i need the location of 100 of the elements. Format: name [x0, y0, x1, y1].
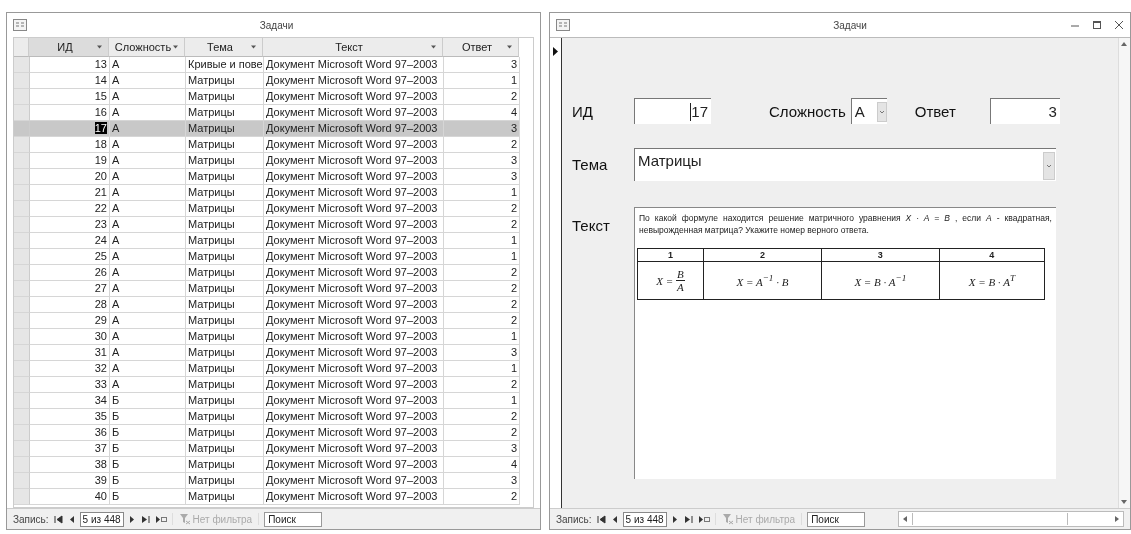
topic-dropdown[interactable]: Матрицы: [634, 148, 1056, 181]
table-row[interactable]: 30 А Матрицы Документ Microsoft Word 97–2003 1: [14, 329, 533, 345]
table-row[interactable]: 38 Б Матрицы Документ Microsoft Word 97–2003 4: [14, 457, 533, 473]
table-row[interactable]: 17 А Матрицы Документ Microsoft Word 97–2003 3: [14, 121, 533, 137]
record-selector[interactable]: [14, 425, 30, 441]
previous-record-icon[interactable]: [610, 514, 618, 524]
record-selector[interactable]: [14, 89, 30, 105]
table-row[interactable]: 13 А Кривые и пове Документ Microsoft Word 97–2003 3: [14, 57, 533, 73]
search-field[interactable]: Поиск: [807, 511, 866, 527]
table-cell: Матрицы: [186, 185, 264, 201]
table-row[interactable]: 40 Б Матрицы Документ Microsoft Word 97–2003 2: [14, 489, 533, 505]
table-cell: Матрицы: [186, 217, 264, 233]
record-position-field[interactable]: 5 из 448: [79, 511, 124, 527]
answer-field[interactable]: 3: [989, 98, 1060, 124]
table-row[interactable]: 27 А Матрицы Документ Microsoft Word 97–2003 2: [14, 281, 533, 297]
table-row[interactable]: 26 А Матрицы Документ Microsoft Word 97–2003 2: [14, 265, 533, 281]
record-selector[interactable]: [14, 249, 30, 265]
dropdown-icon[interactable]: [430, 45, 437, 49]
scroll-right-icon[interactable]: [1113, 515, 1121, 523]
search-field[interactable]: Поиск: [264, 511, 323, 527]
record-selector[interactable]: [14, 169, 30, 185]
table-row[interactable]: 32 А Матрицы Документ Microsoft Word 97–2003 1: [14, 361, 533, 377]
select-all-corner[interactable]: [14, 38, 29, 57]
vertical-scrollbar[interactable]: [1118, 38, 1130, 508]
table-cell: Матрицы: [186, 233, 264, 249]
scroll-down-icon[interactable]: [1120, 498, 1128, 506]
scroll-left-icon[interactable]: [901, 515, 910, 523]
dropdown-icon[interactable]: [172, 45, 179, 49]
last-record-icon[interactable]: [140, 514, 150, 524]
record-selector[interactable]: [14, 489, 30, 505]
table-row[interactable]: 23 А Матрицы Документ Microsoft Word 97–2003 2: [14, 217, 533, 233]
column-header[interactable]: Сложность: [109, 38, 185, 57]
first-record-icon[interactable]: [53, 514, 63, 524]
record-selector[interactable]: [14, 137, 30, 153]
table-row[interactable]: 29 А Матрицы Документ Microsoft Word 97–2003 2: [14, 313, 533, 329]
table-row[interactable]: 39 Б Матрицы Документ Microsoft Word 97–2003 3: [14, 473, 533, 489]
dropdown-icon[interactable]: [250, 45, 257, 49]
table-row[interactable]: 31 А Матрицы Документ Microsoft Word 97–2003 3: [14, 345, 533, 361]
record-selector[interactable]: [14, 361, 30, 377]
table-row[interactable]: 14 А Матрицы Документ Microsoft Word 97–2003 1: [14, 73, 533, 89]
close-icon[interactable]: [1114, 20, 1124, 30]
maximize-icon[interactable]: [1092, 20, 1102, 30]
record-selector[interactable]: [14, 217, 30, 233]
record-selector[interactable]: [14, 329, 30, 345]
table-row[interactable]: 24 А Матрицы Документ Microsoft Word 97–2003 1: [14, 233, 533, 249]
column-header[interactable]: Ответ: [443, 38, 519, 57]
record-selector[interactable]: [14, 393, 30, 409]
table-cell: А: [110, 153, 186, 169]
table-cell: 31: [30, 345, 110, 361]
level-dropdown[interactable]: А: [850, 98, 887, 124]
table-cell: 26: [30, 265, 110, 281]
next-record-icon[interactable]: [128, 514, 136, 524]
record-selector[interactable]: [14, 265, 30, 281]
table-row[interactable]: 33 А Матрицы Документ Microsoft Word 97–2003 2: [14, 377, 533, 393]
scroll-up-icon[interactable]: [1120, 40, 1128, 48]
dropdown-icon[interactable]: [96, 45, 103, 49]
table-row[interactable]: 15 А Матрицы Документ Microsoft Word 97–2003 2: [14, 89, 533, 105]
id-field[interactable]: 17: [634, 98, 711, 124]
table-row[interactable]: 18 А Матрицы Документ Microsoft Word 97–2003 2: [14, 137, 533, 153]
record-selector[interactable]: [14, 281, 30, 297]
table-cell: Матрицы: [186, 89, 264, 105]
previous-record-icon[interactable]: [67, 514, 75, 524]
column-header[interactable]: ИД: [29, 38, 109, 57]
table-row[interactable]: 36 Б Матрицы Документ Microsoft Word 97–2003 2: [14, 425, 533, 441]
table-cell: 2: [444, 265, 520, 281]
column-header[interactable]: Текст: [263, 38, 443, 57]
table-row[interactable]: 22 А Матрицы Документ Microsoft Word 97–2003 2: [14, 201, 533, 217]
table-row[interactable]: 34 Б Матрицы Документ Microsoft Word 97–2003 1: [14, 393, 533, 409]
record-selector[interactable]: [14, 105, 30, 121]
record-selector[interactable]: [14, 377, 30, 393]
first-record-icon[interactable]: [596, 514, 606, 524]
record-selector[interactable]: [14, 233, 30, 249]
new-record-icon[interactable]: [154, 514, 167, 524]
record-selector[interactable]: [14, 73, 30, 89]
table-row[interactable]: 20 А Матрицы Документ Microsoft Word 97–2003 3: [14, 169, 533, 185]
record-selector[interactable]: [14, 121, 30, 137]
record-selector[interactable]: [14, 345, 30, 361]
record-selector[interactable]: [14, 409, 30, 425]
table-row[interactable]: 35 Б Матрицы Документ Microsoft Word 97–2003 2: [14, 409, 533, 425]
record-selector[interactable]: [14, 185, 30, 201]
new-record-icon[interactable]: [697, 514, 710, 524]
horizontal-scrollbar[interactable]: [898, 511, 1124, 527]
record-selector[interactable]: [14, 57, 30, 73]
record-position-field[interactable]: 5 из 448: [622, 511, 667, 527]
record-selector[interactable]: [14, 313, 30, 329]
record-selector[interactable]: [14, 457, 30, 473]
record-selector[interactable]: [14, 297, 30, 313]
table-row[interactable]: 28 А Матрицы Документ Microsoft Word 97–2003 2: [14, 297, 533, 313]
last-record-icon[interactable]: [683, 514, 693, 524]
record-selector[interactable]: [14, 441, 30, 457]
table-row[interactable]: 19 А Матрицы Документ Microsoft Word 97–2003 3: [14, 153, 533, 169]
record-selector[interactable]: [14, 153, 30, 169]
table-row[interactable]: 25 А Матрицы Документ Microsoft Word 97–2003 1: [14, 249, 533, 265]
table-row[interactable]: 37 Б Матрицы Документ Microsoft Word 97–2003 3: [14, 441, 533, 457]
column-header[interactable]: Тема: [185, 38, 263, 57]
record-selector[interactable]: [14, 201, 30, 217]
table-row[interactable]: 21 А Матрицы Документ Microsoft Word 97–2003 1: [14, 185, 533, 201]
next-record-icon[interactable]: [671, 514, 679, 524]
record-selector[interactable]: [14, 473, 30, 489]
dropdown-icon[interactable]: [506, 45, 513, 49]
